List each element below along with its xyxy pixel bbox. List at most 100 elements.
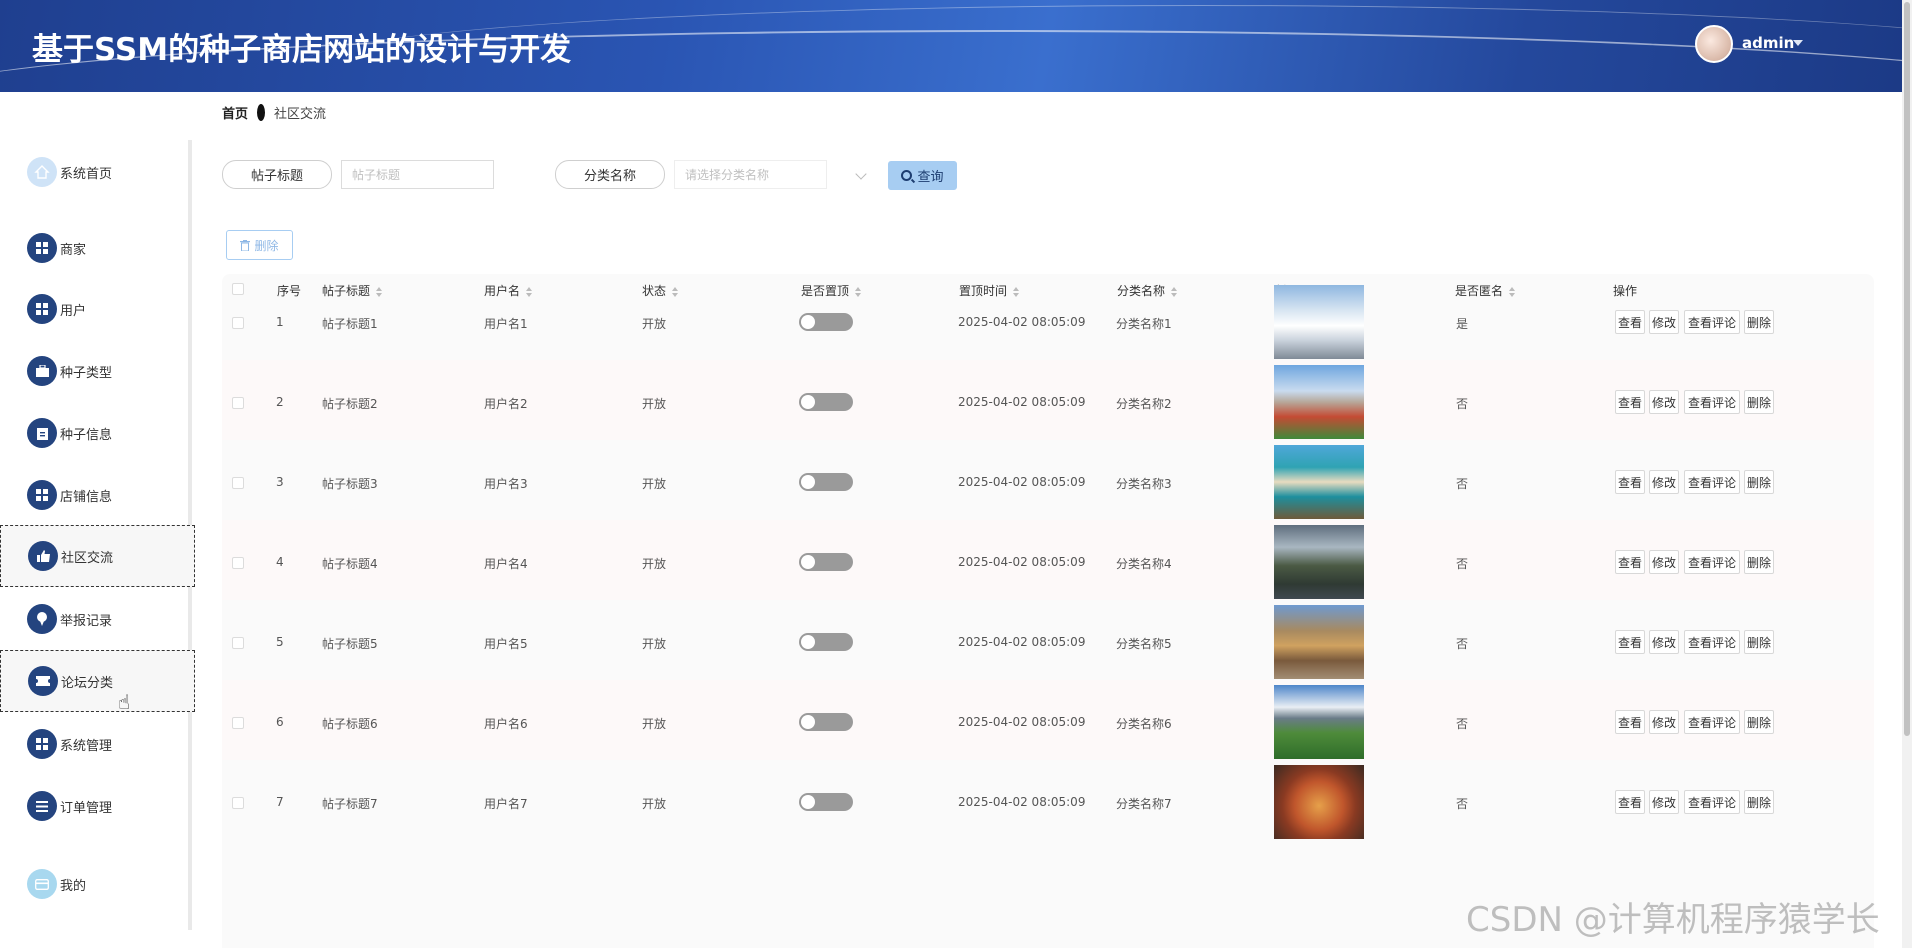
sidebar-item-seed-info[interactable]: 种子信息 [0,402,195,464]
cover-image[interactable] [1274,765,1364,839]
cover-image[interactable] [1274,365,1364,439]
edit-button[interactable]: 修改 [1649,710,1679,734]
post-title: 帖子标题2 [322,397,378,411]
row-checkbox[interactable] [232,477,244,489]
delete-button[interactable]: 删除 [1744,310,1774,334]
row-index: 2 [276,395,284,409]
edit-button[interactable]: 修改 [1649,470,1679,494]
pinned-toggle[interactable] [799,393,853,411]
view-comments-button[interactable]: 查看评论 [1684,470,1740,494]
home-icon [27,157,57,187]
row-checkbox[interactable] [232,717,244,729]
sidebar-item-reports[interactable]: 举报记录 [0,588,195,650]
username: 用户名5 [484,637,528,651]
sidebar-item-home[interactable]: 系统首页 [0,141,195,203]
breadcrumb: 首页 社区交流 [222,103,326,122]
cover-image[interactable] [1274,605,1364,679]
delete-button[interactable]: 删除 [1744,550,1774,574]
view-comments-button[interactable]: 查看评论 [1684,710,1740,734]
batch-delete-label: 删除 [254,238,279,253]
view-button[interactable]: 查看 [1615,470,1645,494]
view-button[interactable]: 查看 [1615,790,1645,814]
delete-button[interactable]: 删除 [1744,630,1774,654]
trash-icon [240,239,251,251]
sidebar-item-shop-info[interactable]: 店铺信息 [0,464,195,526]
query-button[interactable]: 查询 [888,161,957,190]
sidebar-item-label: 种子类型 [60,365,113,381]
post-title: 帖子标题5 [322,637,378,651]
row-checkbox[interactable] [232,557,244,569]
username: 用户名3 [484,477,528,491]
pinned-time: 2025-04-02 08:05:09 [958,395,1086,409]
pinned-toggle[interactable] [799,633,853,651]
username: 用户名1 [484,317,528,331]
view-comments-button[interactable]: 查看评论 [1684,790,1740,814]
sidebar-item-mine[interactable]: 我的 [0,853,195,915]
post-title: 帖子标题7 [322,797,378,811]
clipboard-icon [27,418,57,448]
edit-button[interactable]: 修改 [1649,790,1679,814]
pinned-time: 2025-04-02 08:05:09 [958,795,1086,809]
pinned-toggle[interactable] [799,473,853,491]
row-checkbox[interactable] [232,317,244,329]
delete-button[interactable]: 删除 [1744,710,1774,734]
view-button[interactable]: 查看 [1615,390,1645,414]
batch-delete-button[interactable]: 删除 [226,230,293,260]
edit-button[interactable]: 修改 [1649,630,1679,654]
category-name: 分类名称6 [1116,717,1172,731]
username[interactable]: admin [1742,34,1794,52]
pinned-toggle[interactable] [799,553,853,571]
row-checkbox[interactable] [232,797,244,809]
username: 用户名4 [484,557,528,571]
sidebar-item-merchant[interactable]: 商家 [0,217,195,279]
view-button[interactable]: 查看 [1615,310,1645,334]
delete-button[interactable]: 删除 [1744,470,1774,494]
sidebar-item-seed-type[interactable]: 种子类型 [0,340,195,402]
chevron-down-icon[interactable] [855,168,867,180]
row-checkbox[interactable] [232,637,244,649]
category-select[interactable] [674,160,827,189]
chevron-down-icon[interactable] [1793,40,1803,46]
delete-button[interactable]: 删除 [1744,790,1774,814]
title-search-input[interactable] [341,160,494,189]
view-button[interactable]: 查看 [1615,550,1645,574]
view-comments-button[interactable]: 查看评论 [1684,630,1740,654]
pinned-toggle[interactable] [799,713,853,731]
sidebar-item-community[interactable]: 社区交流 [0,525,195,587]
view-comments-button[interactable]: 查看评论 [1684,390,1740,414]
row-checkbox[interactable] [232,397,244,409]
avatar[interactable] [1695,25,1733,63]
grid-icon [27,294,57,324]
anonymous-flag: 否 [1456,797,1469,811]
sidebar-item-label: 系统首页 [60,166,113,182]
pinned-toggle[interactable] [799,793,853,811]
view-button[interactable]: 查看 [1615,710,1645,734]
sidebar-item-user[interactable]: 用户 [0,278,195,340]
row-index: 5 [276,635,284,649]
edit-button[interactable]: 修改 [1649,550,1679,574]
edit-button[interactable]: 修改 [1649,390,1679,414]
table-row: 1 帖子标题1 用户名1 开放 2025-04-02 08:05:09 分类名称1 是 查看修… [222,280,1874,360]
pinned-toggle[interactable] [799,313,853,331]
edit-button[interactable]: 修改 [1649,310,1679,334]
sidebar-item-system[interactable]: 系统管理 [0,713,195,775]
cover-image[interactable] [1274,285,1364,359]
pinned-time: 2025-04-02 08:05:09 [958,315,1086,329]
table-row: 2 帖子标题2 用户名2 开放 2025-04-02 08:05:09 分类名称2 否 查看修… [222,360,1874,440]
sidebar-item-label: 系统管理 [60,738,113,754]
view-comments-button[interactable]: 查看评论 [1684,310,1740,334]
cover-image[interactable] [1274,445,1364,519]
sidebar-item-forum-category[interactable]: 论坛分类 [0,650,195,712]
view-button[interactable]: 查看 [1615,630,1645,654]
view-comments-button[interactable]: 查看评论 [1684,550,1740,574]
breadcrumb-home[interactable]: 首页 [222,103,248,122]
sidebar-item-orders[interactable]: 订单管理 [0,775,195,837]
scrollbar[interactable] [1902,0,1912,948]
table-row: 5 帖子标题5 用户名5 开放 2025-04-02 08:05:09 分类名称5 否 查看修… [222,600,1874,680]
category-name: 分类名称5 [1116,637,1172,651]
cover-image[interactable] [1274,525,1364,599]
delete-button[interactable]: 删除 [1744,390,1774,414]
cover-image[interactable] [1274,685,1364,759]
username: 用户名6 [484,717,528,731]
scrollbar-thumb[interactable] [1904,2,1910,736]
